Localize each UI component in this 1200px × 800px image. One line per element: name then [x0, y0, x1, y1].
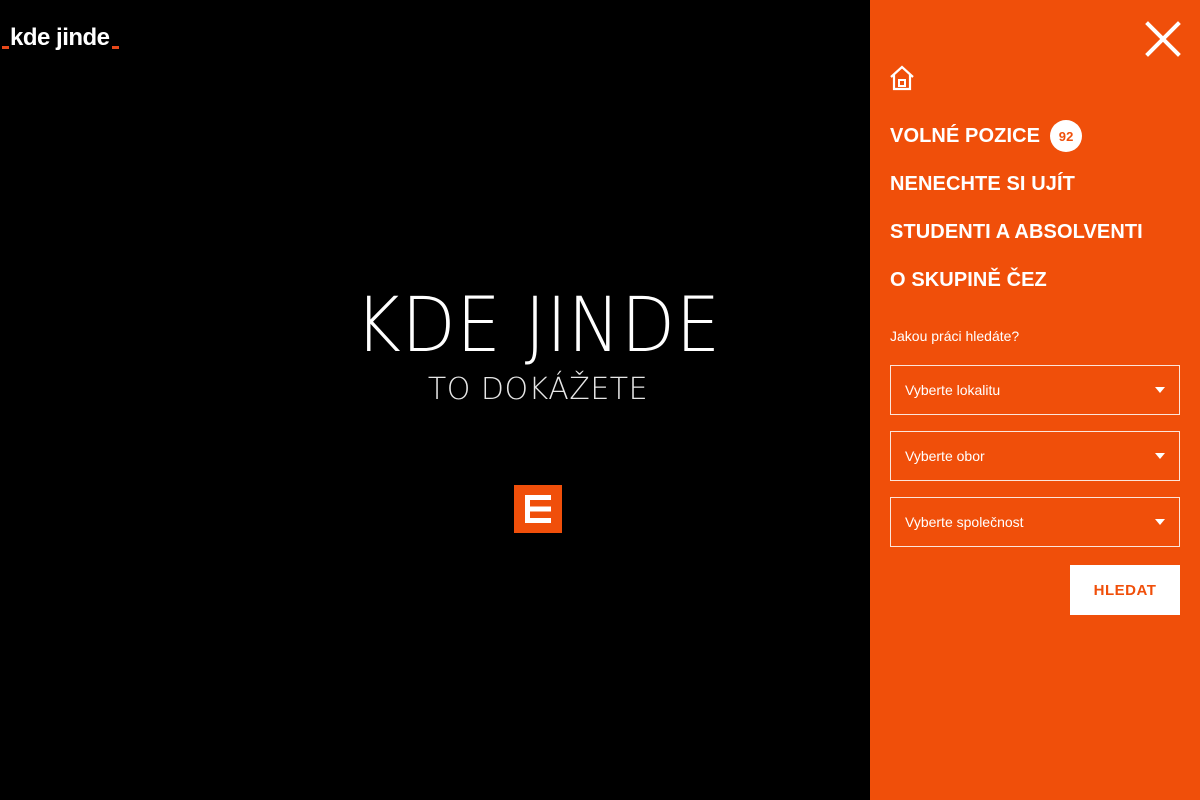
company-select[interactable]: Vyberte společnost: [890, 497, 1180, 547]
nav-item-label: STUDENTI A ABSOLVENTI: [890, 220, 1143, 243]
caret-down-icon: [1155, 453, 1165, 459]
search-button[interactable]: HLEDAT: [1070, 565, 1180, 615]
logo-accent-mark: [111, 46, 119, 49]
logo-accent-mark: [2, 46, 9, 49]
nav-item-label: NENECHTE SI UJÍT: [890, 172, 1075, 195]
hero-section: kde jinde KDE JINDE TO DOKÁŽETE: [0, 0, 870, 800]
nav-item-open-positions[interactable]: VOLNÉ POZICE 92: [890, 112, 1143, 160]
close-icon[interactable]: [1144, 20, 1182, 58]
caret-down-icon: [1155, 387, 1165, 393]
nav-item-label: VOLNÉ POZICE: [890, 124, 1041, 147]
nav-item-label: O SKUPINĚ ČEZ: [890, 268, 1047, 291]
field-select[interactable]: Vyberte obor: [890, 431, 1180, 481]
site-logo[interactable]: kde jinde: [2, 24, 119, 52]
cez-logo-icon: [514, 485, 562, 533]
field-select-value: Vyberte obor: [905, 448, 985, 464]
company-select-value: Vyberte společnost: [905, 514, 1024, 530]
home-icon[interactable]: [888, 64, 916, 92]
main-nav: VOLNÉ POZICE 92 NENECHTE SI UJÍT STUDENT…: [890, 112, 1143, 304]
nav-item-dont-miss[interactable]: NENECHTE SI UJÍT: [890, 160, 1143, 208]
job-search-label: Jakou práci hledáte?: [890, 328, 1020, 344]
location-select[interactable]: Vyberte lokalitu: [890, 365, 1180, 415]
location-select-value: Vyberte lokalitu: [905, 382, 1001, 398]
positions-count-badge: 92: [1050, 120, 1083, 152]
logo-text: kde jinde: [10, 24, 110, 51]
nav-item-students-graduates[interactable]: STUDENTI A ABSOLVENTI: [890, 208, 1143, 256]
side-menu-panel: VOLNÉ POZICE 92 NENECHTE SI UJÍT STUDENT…: [870, 0, 1200, 800]
nav-item-about-cez[interactable]: O SKUPINĚ ČEZ: [890, 256, 1143, 304]
caret-down-icon: [1155, 519, 1165, 525]
